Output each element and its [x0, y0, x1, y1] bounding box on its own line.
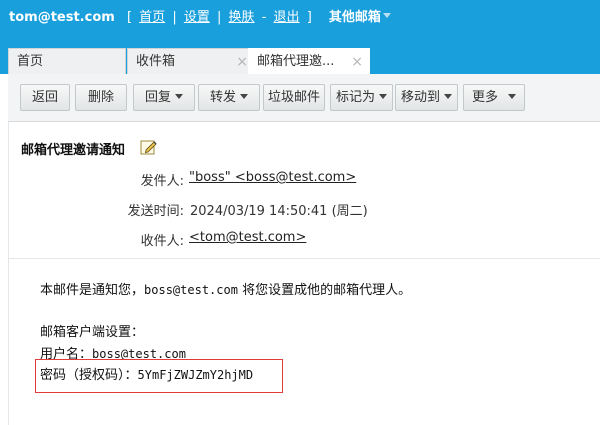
chevron-down-icon — [379, 94, 387, 99]
settings-link[interactable]: 设置 — [184, 10, 210, 25]
user-email: tom@test.com — [9, 10, 115, 25]
chevron-down-icon — [444, 94, 452, 99]
reply-button[interactable]: 回复 — [133, 84, 195, 111]
sender-link[interactable]: "boss" <boss@test.com> — [189, 170, 356, 185]
forward-label: 转发 — [209, 90, 236, 105]
tab-label: 首页 — [17, 54, 44, 69]
spam-label: 垃圾邮件 — [267, 90, 320, 105]
spam-button[interactable]: 垃圾邮件 — [263, 84, 325, 111]
panel-border — [8, 122, 9, 425]
top-nav: tom@test.com [ 首页 | 设置 | 换肤 - 退出 ] 其他邮箱 — [9, 9, 391, 27]
password-highlight-box — [35, 359, 283, 393]
from-label: 发件人: — [140, 174, 184, 189]
edit-icon[interactable] — [140, 139, 158, 155]
move-to-button[interactable]: 移动到 — [395, 84, 458, 111]
close-icon[interactable]: × — [236, 49, 248, 74]
chevron-down-icon — [175, 94, 183, 99]
more-label: 更多 — [471, 90, 498, 105]
body-intro: 本邮件是通知您，boss@test.com 将您设置成他的邮箱代理人。 — [40, 279, 411, 298]
skin-link[interactable]: 换肤 — [229, 10, 255, 25]
sent-time-label: 发送时间: — [127, 204, 184, 219]
reply-label: 回复 — [144, 90, 171, 105]
logout-link[interactable]: 退出 — [274, 10, 300, 25]
tab-inbox[interactable]: 收件箱 × — [127, 48, 255, 74]
mail-subject: 邮箱代理邀请通知 — [21, 143, 126, 158]
body-intro-b: 将您设置成他的邮箱代理人。 — [237, 283, 412, 298]
recipient-link[interactable]: <tom@test.com> — [189, 230, 306, 245]
nav-dash: - — [261, 10, 267, 25]
home-link[interactable]: 首页 — [139, 10, 165, 25]
client-settings-heading: 邮箱客户端设置： — [40, 325, 145, 340]
body-intro-email: boss@test.com — [144, 283, 238, 297]
other-mailbox-menu[interactable]: 其他邮箱 — [329, 10, 391, 25]
to-label: 收件人: — [140, 234, 184, 249]
tab-proxy-invite[interactable]: 邮箱代理邀... × — [248, 48, 370, 74]
more-button[interactable]: 更多 — [463, 84, 525, 111]
tab-label: 邮箱代理邀... — [257, 54, 335, 69]
chevron-down-icon — [508, 94, 516, 99]
bracket-open: [ — [126, 10, 133, 25]
mark-as-button[interactable]: 标记为 — [330, 84, 393, 111]
body-intro-a: 本邮件是通知您， — [40, 283, 145, 298]
sent-time-value: 2024/03/19 14:50:41 (周二) — [190, 204, 368, 219]
nav-separator: | — [217, 10, 222, 25]
forward-button[interactable]: 转发 — [198, 84, 260, 111]
back-button[interactable]: 返回 — [20, 84, 70, 111]
delete-button[interactable]: 删除 — [75, 84, 127, 111]
tab-home[interactable]: 首页 — [8, 48, 126, 74]
delete-label: 删除 — [87, 90, 114, 105]
bracket-close: ] — [306, 10, 312, 25]
header-divider — [8, 258, 600, 259]
tab-label: 收件箱 — [136, 54, 176, 69]
nav-separator: | — [172, 10, 177, 25]
chevron-down-icon — [240, 94, 248, 99]
other-mailbox-label: 其他邮箱 — [328, 10, 381, 25]
move-label: 移动到 — [400, 90, 440, 105]
close-icon[interactable]: × — [351, 49, 363, 74]
back-label: 返回 — [31, 90, 58, 105]
mark-label: 标记为 — [335, 90, 375, 105]
chevron-down-icon — [382, 13, 391, 18]
